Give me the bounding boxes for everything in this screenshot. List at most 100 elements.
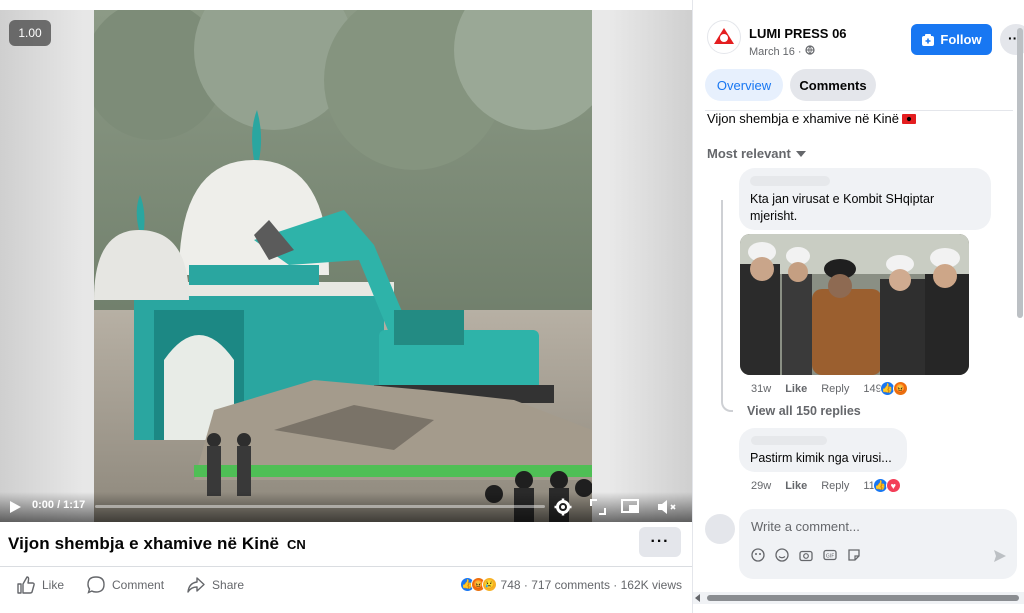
comment-like-button[interactable]: Like bbox=[785, 480, 807, 492]
play-button[interactable] bbox=[6, 498, 24, 516]
panel-vertical-scrollbar[interactable] bbox=[1015, 0, 1024, 590]
comment-reaction-count: 149 bbox=[863, 382, 882, 395]
comment-text: Pastirm kimik nga virusi... bbox=[750, 451, 892, 465]
composer-tools: GIF bbox=[750, 547, 862, 563]
video-frame[interactable] bbox=[94, 10, 592, 522]
sticker-icon bbox=[848, 549, 860, 561]
more-options-button[interactable]: ··· bbox=[639, 527, 681, 557]
panel-horizontal-scrollbar[interactable] bbox=[693, 592, 1024, 604]
play-icon bbox=[10, 501, 21, 513]
like-label: Like bbox=[42, 578, 65, 592]
post-caption: Vijon shembja e xhamive në Kinë bbox=[707, 111, 916, 126]
globe-icon bbox=[805, 45, 815, 55]
comment-like-button[interactable]: Like bbox=[785, 383, 807, 395]
sort-dropdown[interactable]: Most relevant bbox=[707, 146, 806, 161]
send-icon[interactable] bbox=[993, 549, 1007, 563]
post-divider bbox=[0, 566, 692, 567]
comment-input[interactable]: Write a comment... bbox=[751, 519, 860, 534]
comment-meta: 31w Like Reply 149 👍 😡 bbox=[751, 381, 908, 396]
comment-composer[interactable]: Write a comment... GIF bbox=[739, 509, 1017, 579]
post-caption-text: Vijon shembja e xhamive në Kinë bbox=[707, 111, 899, 126]
comment-reply-button[interactable]: Reply bbox=[821, 383, 849, 395]
reply-thread-line bbox=[721, 200, 733, 412]
reaction-count[interactable]: 748 bbox=[501, 578, 521, 592]
comment-label: Comment bbox=[112, 578, 165, 592]
tab-overview[interactable]: Overview bbox=[705, 69, 783, 101]
comment-photo-image bbox=[740, 234, 969, 375]
facebook-video-post-view: 1.00 0:00 / 1:17 Vijon shembja e xhamive… bbox=[0, 0, 1024, 613]
comment-text: Kta jan virusat e Kombit SHqiptar mjeris… bbox=[750, 192, 935, 223]
comments-panel: LUMI PRESS 06 March 16 · Follow ·· Overv… bbox=[692, 0, 1024, 613]
emoji-button[interactable] bbox=[774, 547, 790, 563]
albania-flag-icon bbox=[902, 114, 916, 124]
share-label: Share bbox=[212, 578, 245, 592]
page-avatar[interactable] bbox=[707, 20, 741, 54]
gear-icon bbox=[554, 498, 572, 516]
camera-button[interactable] bbox=[798, 547, 814, 563]
angry-reaction-icon: 😡 bbox=[892, 381, 908, 396]
views-count: 162K views bbox=[620, 577, 682, 592]
settings-button[interactable] bbox=[552, 496, 574, 518]
comments-count[interactable]: 717 comments bbox=[531, 578, 610, 592]
comment-reactions[interactable]: 149 👍 😡 bbox=[863, 381, 908, 396]
post-date-text[interactable]: March 16 · bbox=[749, 46, 805, 58]
stats-separator: · bbox=[609, 577, 621, 592]
video-post-area: 1.00 0:00 / 1:17 Vijon shembja e xhamive… bbox=[0, 0, 692, 613]
comment-button[interactable]: Comment bbox=[86, 575, 164, 595]
comment-reply-button[interactable]: Reply bbox=[821, 480, 849, 492]
stats-separator: · bbox=[520, 577, 532, 592]
pip-icon bbox=[621, 499, 639, 513]
comment-photo[interactable] bbox=[740, 234, 969, 375]
view-all-replies-link[interactable]: View all 150 replies bbox=[747, 404, 861, 418]
avatar-sticker-icon bbox=[751, 548, 765, 562]
gif-icon: GIF bbox=[823, 549, 837, 561]
lumi-press-logo-icon bbox=[710, 23, 738, 51]
page-name[interactable]: LUMI PRESS 06 bbox=[749, 26, 847, 41]
playback-speed-badge[interactable]: 1.00 bbox=[9, 20, 51, 46]
video-still-image bbox=[94, 10, 592, 522]
post-date: March 16 · bbox=[749, 45, 815, 58]
thumbs-up-icon bbox=[17, 576, 35, 594]
scrollbar-thumb[interactable] bbox=[1017, 28, 1023, 318]
scroll-left-arrow-icon[interactable] bbox=[695, 594, 700, 602]
follow-label: Follow bbox=[940, 32, 982, 47]
flag-cn: CN bbox=[286, 537, 306, 552]
gif-button[interactable]: GIF bbox=[822, 547, 838, 563]
like-button[interactable]: Like bbox=[16, 575, 64, 595]
avatar-sticker-button[interactable] bbox=[750, 547, 766, 563]
expand-icon bbox=[590, 499, 606, 515]
share-button[interactable]: Share bbox=[186, 575, 244, 595]
camera-icon bbox=[799, 550, 813, 562]
video-time: 0:00 / 1:17 bbox=[32, 499, 86, 511]
caret-down-icon bbox=[795, 150, 806, 157]
comment-reactions[interactable]: 11 👍 ♥ bbox=[863, 478, 901, 493]
comment-time[interactable]: 29w bbox=[751, 480, 771, 492]
comment-bubble: Pastirm kimik nga virusi... bbox=[739, 428, 907, 472]
love-reaction-icon: ♥ bbox=[885, 478, 901, 493]
share-icon bbox=[187, 577, 205, 593]
scrollbar-thumb[interactable] bbox=[707, 595, 1019, 601]
follow-page-icon bbox=[922, 33, 935, 46]
volume-muted-icon bbox=[658, 500, 676, 514]
follow-button[interactable]: Follow bbox=[911, 24, 992, 55]
fullscreen-button[interactable] bbox=[588, 497, 608, 517]
current-user-avatar[interactable] bbox=[705, 514, 735, 544]
video-progress-bar[interactable] bbox=[95, 505, 545, 508]
post-title: Vijon shembja e xhamive në Kinë CN bbox=[8, 534, 306, 554]
video-controls: 0:00 / 1:17 bbox=[0, 492, 692, 522]
tab-comments[interactable]: Comments bbox=[790, 69, 876, 101]
comment-bubble: Kta jan virusat e Kombit SHqiptar mjeris… bbox=[739, 168, 991, 230]
sticker-button[interactable] bbox=[846, 547, 862, 563]
comment-time[interactable]: 31w bbox=[751, 383, 771, 395]
video-player[interactable]: 1.00 0:00 / 1:17 bbox=[0, 10, 692, 522]
sad-reaction-icon: 😢 bbox=[481, 577, 497, 592]
mute-button[interactable] bbox=[656, 497, 680, 517]
sort-label: Most relevant bbox=[707, 146, 791, 161]
emoji-icon bbox=[775, 548, 789, 562]
post-actions: Like Comment Share bbox=[16, 575, 244, 595]
picture-in-picture-button[interactable] bbox=[620, 497, 640, 517]
post-title-text: Vijon shembja e xhamive në Kinë bbox=[8, 534, 280, 553]
reaction-icons[interactable]: 👍 😡 😢 bbox=[459, 577, 497, 592]
comment-meta: 29w Like Reply 11 👍 ♥ bbox=[751, 478, 901, 493]
blurred-author-name bbox=[750, 176, 830, 186]
